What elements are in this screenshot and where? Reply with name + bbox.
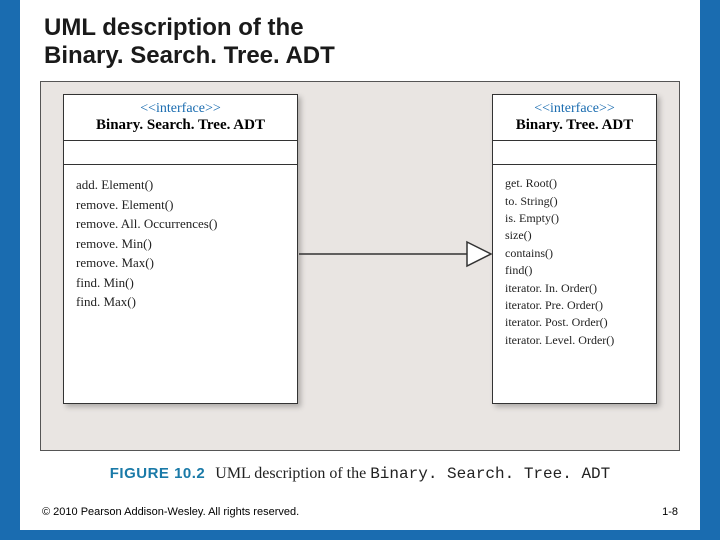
uml-op: remove. Max() [76,253,285,273]
uml-attributes-empty [493,141,656,165]
uml-diagram: <<interface>> Binary. Search. Tree. ADT … [40,81,680,451]
title-line-2: Binary. Search. Tree. ADT [44,42,335,69]
uml-op: is. Empty() [505,210,644,227]
uml-op: find. Min() [76,273,285,293]
class-name: Binary. Tree. ADT [503,117,646,134]
stereotype-label: <<interface>> [503,101,646,117]
class-name: Binary. Search. Tree. ADT [74,117,287,134]
footer: © 2010 Pearson Addison-Wesley. All right… [42,506,678,518]
slide: UML description of the Binary. Search. T… [20,0,700,530]
uml-op: contains() [505,245,644,262]
title-line-1: UML description of the [44,14,304,41]
uml-op: find. Max() [76,292,285,312]
uml-header: <<interface>> Binary. Search. Tree. ADT [64,95,297,141]
uml-op: iterator. In. Order() [505,280,644,297]
caption-text: UML description of the [215,465,366,482]
realization-arrow-icon [299,234,494,274]
uml-op: remove. All. Occurrences() [76,214,285,234]
uml-class-binary-search-tree-adt: <<interface>> Binary. Search. Tree. ADT … [63,94,298,404]
uml-operations: get. Root() to. String() is. Empty() siz… [493,165,656,361]
uml-op: to. String() [505,193,644,210]
uml-op: find() [505,262,644,279]
uml-class-binary-tree-adt: <<interface>> Binary. Tree. ADT get. Roo… [492,94,657,404]
stereotype-label: <<interface>> [74,101,287,117]
uml-attributes-empty [64,141,297,165]
uml-operations: add. Element() remove. Element() remove.… [64,165,297,324]
uml-op: remove. Min() [76,234,285,254]
uml-op: iterator. Level. Order() [505,332,644,349]
uml-header: <<interface>> Binary. Tree. ADT [493,95,656,141]
uml-op: remove. Element() [76,195,285,215]
caption-mono: Binary. Search. Tree. ADT [370,465,610,483]
uml-op: iterator. Post. Order() [505,314,644,331]
page-title: UML description of the Binary. Search. T… [20,0,700,77]
figure-number: FIGURE 10.2 [110,465,206,482]
uml-op: iterator. Pre. Order() [505,297,644,314]
page-number: 1-8 [662,506,678,518]
uml-op: size() [505,227,644,244]
copyright-text: © 2010 Pearson Addison-Wesley. All right… [42,506,299,518]
uml-op: get. Root() [505,175,644,192]
uml-op: add. Element() [76,175,285,195]
figure-caption: FIGURE 10.2 UML description of the Binar… [40,465,680,483]
